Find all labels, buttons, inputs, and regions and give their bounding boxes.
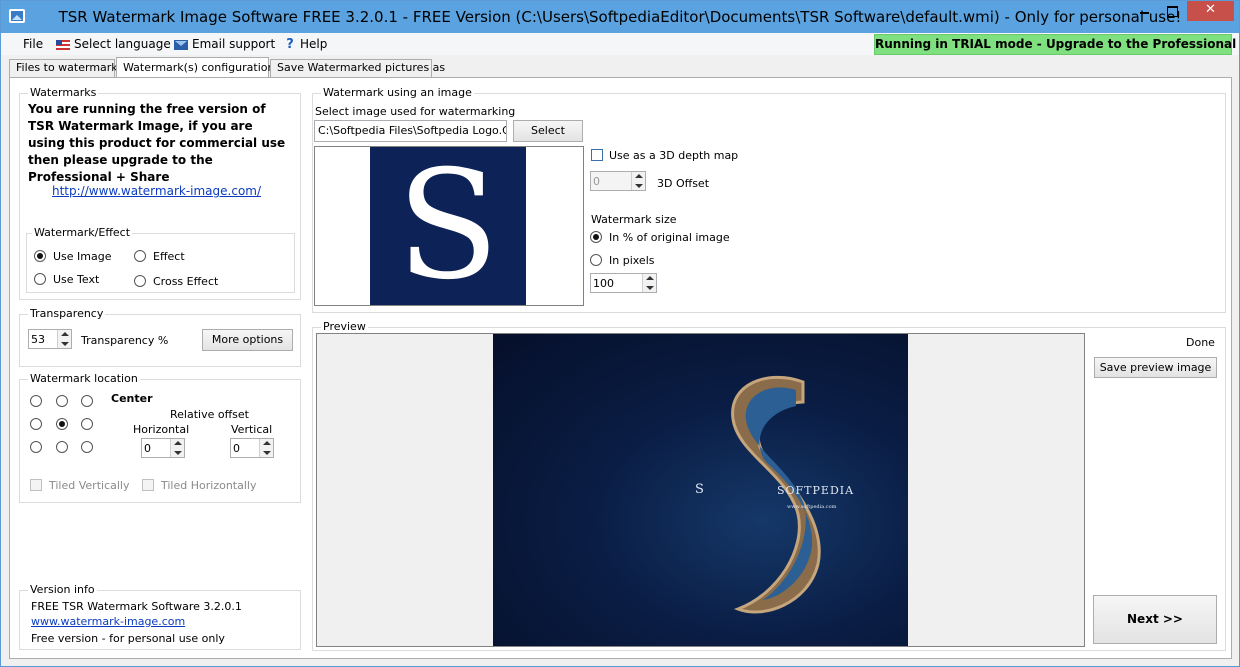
watermark-size-label: Watermark size [591,213,677,226]
envelope-icon [174,39,188,50]
maximize-button[interactable] [1159,1,1186,21]
watermark-size-stepper[interactable]: 100 [590,273,657,293]
watermark-image-box: S [314,146,584,306]
size-percent-label: In % of original image [609,231,730,244]
preview-status: Done [1186,336,1215,349]
version-site-link[interactable]: www.watermark-image.com [31,615,185,628]
use-image-label: Use Image [53,250,112,263]
transparency-percent-label: Transparency % [81,334,169,347]
watermark-logo-image: S [370,147,526,305]
vertical-offset-label: Vertical [231,423,273,436]
preview-canvas: S SOFTPEDIA www.softpedia.com [316,333,1085,647]
preview-watermark-letter: S [695,482,704,497]
tiled-vertically-checkbox[interactable] [30,479,42,491]
preview-brand-text: SOFTPEDIA [777,484,855,497]
vertical-offset-value: 0 [233,442,240,455]
help-icon: ? [286,36,294,52]
depth-map-checkbox[interactable] [591,149,603,161]
watermark-size-value: 100 [593,277,614,290]
spin-arrows-icon[interactable] [57,330,71,348]
select-image-button[interactable]: Select [513,120,583,142]
tiled-vertically-label: Tiled Vertically [49,479,130,492]
preview-legend: Preview [321,320,368,333]
menu-email-support-label: Email support [192,37,276,51]
watermark-location-legend: Watermark location [28,372,140,385]
cross-effect-radio[interactable] [134,275,146,287]
preview-url-text: www.softpedia.com [787,504,837,510]
save-preview-button[interactable]: Save preview image [1094,357,1217,378]
menu-help-label: Help [300,37,328,51]
tab-save-watermarked[interactable]: Save Watermarked pictures as [270,59,445,77]
flag-icon [56,39,70,50]
transparency-value: 53 [31,333,45,346]
location-center-radio[interactable] [56,418,68,430]
license-text: Free version - for personal use only [31,632,225,645]
app-window: TSR Watermark Image Software FREE 3.2.0.… [0,0,1240,667]
effect-radio[interactable] [134,250,146,262]
next-button[interactable]: Next >> [1093,595,1217,644]
location-top-left-radio[interactable] [30,395,42,407]
menu-select-language[interactable]: Select language [56,36,171,52]
use-text-label: Use Text [53,273,100,286]
vertical-offset-stepper[interactable]: 0 [230,438,274,458]
spin-arrows-icon[interactable] [259,439,273,457]
3d-offset-stepper[interactable]: 0 [590,171,646,191]
use-image-radio[interactable] [34,250,46,262]
select-image-label: Select image used for watermarking [315,105,516,118]
relative-offset-label: Relative offset [170,408,249,421]
spin-arrows-icon[interactable] [631,172,645,190]
3d-offset-value: 0 [593,175,600,188]
tiled-horizontally-checkbox[interactable] [142,479,154,491]
watermark-effect-legend: Watermark/Effect [32,226,133,239]
use-text-radio[interactable] [34,273,46,285]
effect-label: Effect [153,250,185,263]
watermark-site-link[interactable]: http://www.watermark-image.com/ [52,184,261,198]
more-options-button[interactable]: More options [202,329,293,351]
free-version-message: You are running the free version of TSR … [28,102,286,184]
cross-effect-label: Cross Effect [153,275,219,288]
horizontal-offset-value: 0 [144,442,151,455]
tab-files-to-watermark[interactable]: Files to watermark [9,59,118,77]
tiled-horizontally-label: Tiled Horizontally [161,479,257,492]
close-button[interactable]: ✕ [1187,1,1234,21]
horizontal-offset-label: Horizontal [133,423,190,436]
menu-email-support[interactable]: Email support [174,36,275,52]
depth-map-label: Use as a 3D depth map [609,149,739,162]
horizontal-offset-stepper[interactable]: 0 [141,438,185,458]
minimize-button[interactable] [1131,1,1158,21]
transparency-legend: Transparency [28,307,106,320]
version-text: FREE TSR Watermark Software 3.2.0.1 [31,600,242,613]
window-title: TSR Watermark Image Software FREE 3.2.0.… [58,8,1182,26]
island-shape [731,375,821,614]
size-percent-radio[interactable] [590,231,602,243]
trial-mode-banner[interactable]: Running in TRIAL mode - Upgrade to the P… [874,34,1240,55]
watermark-image-legend: Watermark using an image [321,86,474,99]
spin-arrows-icon[interactable] [170,439,184,457]
tab-watermark-configuration[interactable]: Watermark(s) configuration [116,57,274,78]
location-top-center-radio[interactable] [56,395,68,407]
3d-offset-label: 3D Offset [657,177,710,190]
spin-arrows-icon[interactable] [642,274,656,292]
title-bar: TSR Watermark Image Software FREE 3.2.0.… [1,1,1239,33]
watermarks-legend: Watermarks [28,86,99,99]
location-bottom-right-radio[interactable] [81,441,93,453]
size-pixels-label: In pixels [609,254,655,267]
preview-image: S SOFTPEDIA www.softpedia.com [493,334,908,646]
location-bottom-center-radio[interactable] [56,441,68,453]
menu-select-language-label: Select language [74,37,171,51]
location-top-right-radio[interactable] [81,395,93,407]
menu-file[interactable]: File [23,36,43,52]
version-info-legend: Version info [28,583,97,596]
location-center-label: Center [111,392,153,405]
menu-help[interactable]: ? Help [284,36,327,52]
size-pixels-radio[interactable] [590,254,602,266]
transparency-stepper[interactable]: 53 [28,329,72,349]
location-bottom-left-radio[interactable] [30,441,42,453]
location-middle-left-radio[interactable] [30,418,42,430]
location-middle-right-radio[interactable] [81,418,93,430]
